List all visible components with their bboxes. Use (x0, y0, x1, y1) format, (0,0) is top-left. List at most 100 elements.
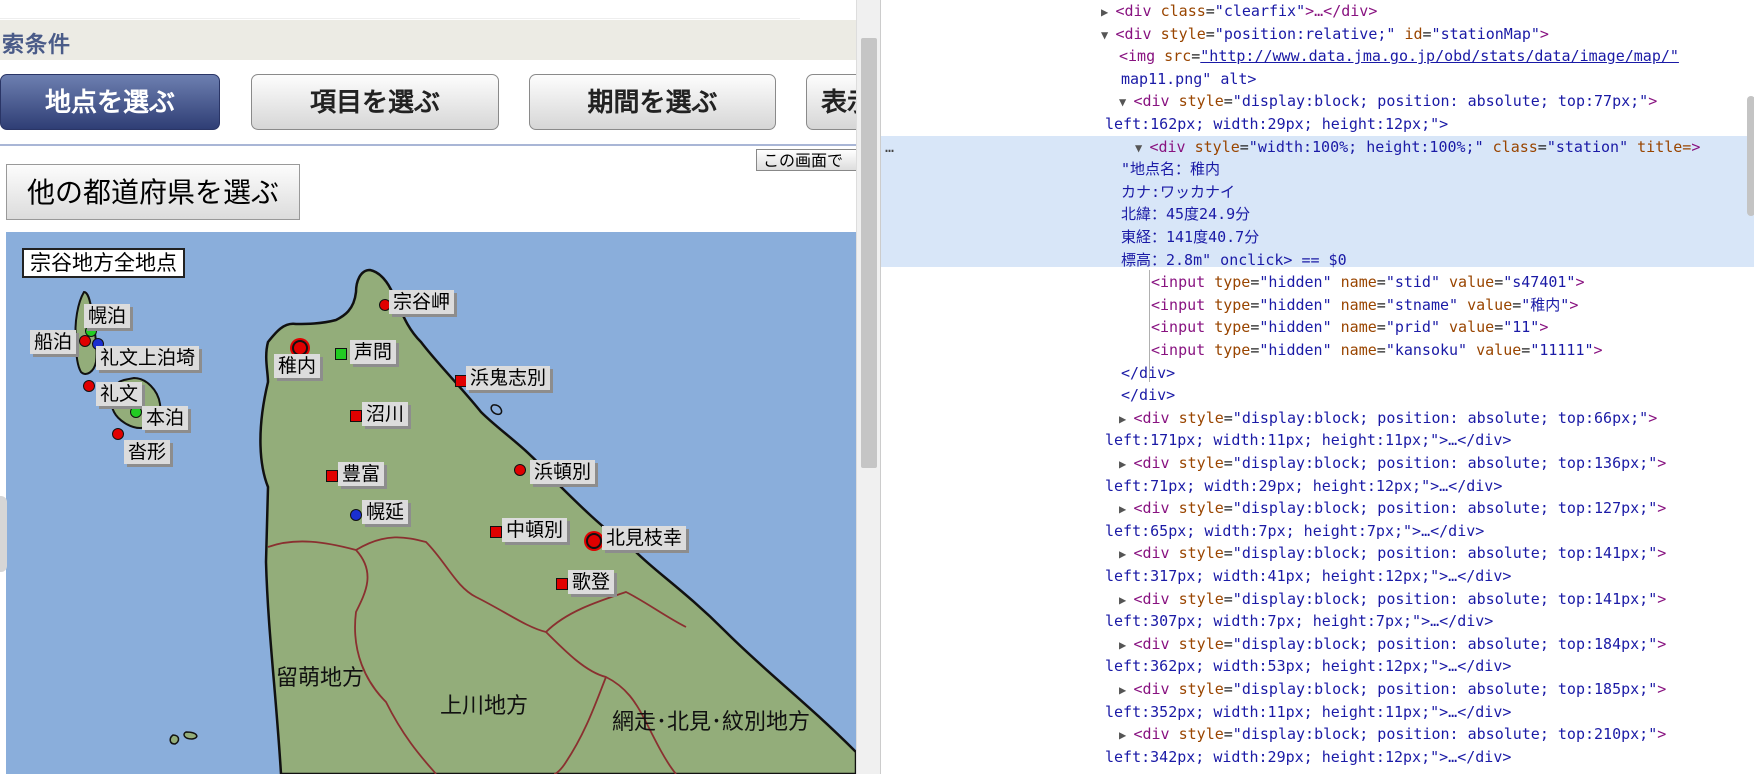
dom-line[interactable]: ▼ <div style="width:100%; height:100%;" … (1135, 136, 1700, 159)
station-label-funadomari[interactable]: 船泊 (30, 330, 77, 354)
help-button[interactable]: この画面で (756, 149, 856, 171)
station-label-utanobori[interactable]: 歌登 (568, 570, 615, 594)
dom-line[interactable]: </div> (1121, 384, 1175, 406)
dom-line[interactable]: "地点名：稚内 (1121, 158, 1220, 180)
station-label-wakkanai[interactable]: 稚内 (274, 354, 321, 378)
expand-arrow-closed-icon[interactable]: ▶ (1119, 412, 1133, 426)
dom-line[interactable]: ▶ <div style="display:block; position: a… (1119, 678, 1666, 701)
station-marker-kitamiesashi[interactable] (586, 533, 602, 549)
station-label-rebun[interactable]: 礼文 (96, 382, 143, 406)
dom-line[interactable]: <input type="hidden" name="stname" value… (1151, 294, 1578, 316)
devtools-scrollbar-thumb[interactable] (1747, 96, 1754, 216)
expand-arrow-closed-icon[interactable]: ▶ (1119, 502, 1133, 516)
node-ellipsis-button[interactable]: … (885, 136, 894, 158)
dom-line[interactable]: 標高：2.8m" onclick> == $0 (1121, 249, 1347, 271)
page-scrollbar-thumb[interactable] (861, 38, 877, 468)
station-label-horotomari[interactable]: 幌泊 (84, 304, 131, 328)
expand-arrow-closed-icon[interactable]: ▶ (1119, 728, 1133, 742)
dom-line[interactable]: ▶ <div class="clearfix">…</div> (1101, 0, 1377, 23)
station-label-nakatonbetsu[interactable]: 中頓別 (502, 518, 568, 542)
dom-line[interactable]: ▶ <div style="display:block; position: a… (1119, 633, 1666, 656)
dom-attr-value: "prid" (1385, 318, 1440, 337)
expand-arrow-open-icon[interactable]: ▼ (1119, 95, 1133, 109)
station-label-toyotomi[interactable]: 豊富 (338, 462, 385, 486)
dom-attr-eq: = (1537, 137, 1547, 156)
dom-line[interactable]: <img src="http://www.data.jma.go.jp/obd/… (1119, 45, 1679, 67)
expand-arrow-closed-icon[interactable]: ▶ (1119, 593, 1133, 607)
side-panel-handle[interactable] (0, 496, 7, 572)
dom-line[interactable]: 東経：141度40.7分 (1121, 226, 1259, 248)
dom-line[interactable]: <input type="hidden" name="stid" value="… (1151, 271, 1585, 293)
station-marker-rebun[interactable] (83, 380, 95, 392)
dom-line[interactable]: left:162px; width:29px; height:12px;"> (1105, 113, 1448, 135)
expand-arrow-closed-icon[interactable]: ▶ (1119, 547, 1133, 561)
dom-attr-value: "clearfix" (1214, 2, 1306, 20)
dom-line[interactable]: ▼ <div style="display:block; position: a… (1119, 90, 1657, 113)
dom-line[interactable]: 北緯：45度24.9分 (1121, 203, 1250, 225)
dom-line[interactable]: left:362px; width:53px; height:12px;">…<… (1105, 655, 1511, 677)
expand-arrow-open-icon[interactable]: ▼ (1135, 141, 1149, 155)
dom-attr-value[interactable]: "http://www.data.jma.go.jp/obd/stats/dat… (1200, 47, 1679, 65)
dom-line[interactable]: left:352px; width:11px; height:11px;">…<… (1105, 701, 1511, 723)
station-marker-funadomari[interactable] (79, 335, 91, 347)
dom-tag: <div (1115, 24, 1152, 43)
station-label-rebun-kamidomari[interactable]: 礼文上泊埼 (96, 346, 200, 370)
dom-line[interactable]: <input type="hidden" name="prid" value="… (1151, 316, 1548, 338)
station-label-numakawa[interactable]: 沼川 (362, 402, 409, 426)
tab-display[interactable]: 表示 (806, 74, 856, 130)
station-marker-utanobori[interactable] (556, 578, 568, 590)
dom-tag-close: > (1657, 589, 1667, 608)
station-marker-nakatonbetsu[interactable] (490, 526, 502, 538)
dom-line[interactable]: ▶ <div style="display:block; position: a… (1119, 452, 1666, 475)
station-marker-toyotomi[interactable] (326, 470, 338, 482)
dom-line[interactable]: <input type="hidden" name="kansoku" valu… (1151, 339, 1603, 361)
station-label-kitamiesashi[interactable]: 北見枝幸 (602, 526, 687, 550)
other-prefecture-button[interactable]: 他の都道府県を選ぶ (6, 164, 300, 220)
station-label-hamaonishibetsu[interactable]: 浜鬼志別 (466, 366, 551, 390)
expand-arrow-closed-icon[interactable]: ▶ (1119, 638, 1133, 652)
station-label-horonobe[interactable]: 幌延 (362, 500, 409, 524)
dom-line[interactable]: ▶ <div style="display:block; position: a… (1119, 588, 1666, 611)
dom-line[interactable]: カナ:ワッカナイ (1121, 181, 1235, 203)
station-label-motodomari[interactable]: 本泊 (142, 406, 189, 430)
dom-line[interactable]: left:71px; width:29px; height:12px;">…</… (1105, 475, 1502, 497)
tab-select-station[interactable]: 地点を選ぶ (0, 74, 220, 130)
dom-line[interactable]: </div> (1121, 362, 1175, 384)
dom-line[interactable]: ▶ <div style="display:block; position: a… (1119, 542, 1666, 565)
expand-arrow-closed-icon[interactable]: ▶ (1101, 5, 1115, 19)
dom-line[interactable]: ▼ <div style="position:relative;" id="st… (1101, 23, 1549, 46)
dom-line-text: left:171px; width:11px; height:11px;">…<… (1105, 431, 1512, 450)
expand-arrow-closed-icon[interactable]: ▶ (1119, 457, 1133, 471)
station-label-soyamisaki[interactable]: 宗谷岬 (389, 290, 455, 314)
dom-attr-value: "11" (1503, 318, 1540, 337)
station-marker-hamatonbetsu[interactable] (514, 464, 526, 476)
dom-line-text: 東経：141度40.7分 (1121, 228, 1260, 246)
dom-attr-eq: = (1512, 295, 1522, 314)
dom-line-text: left:317px; width:41px; height:12px;">…<… (1105, 567, 1512, 585)
dom-line[interactable]: left:307px; width:7px; height:7px;">…</d… (1105, 610, 1493, 632)
dom-line[interactable]: left:65px; width:7px; height:7px;">…</di… (1105, 520, 1484, 542)
station-marker-horonobe[interactable] (350, 509, 362, 521)
page-scrollbar[interactable] (856, 0, 881, 774)
tab-select-period[interactable]: 期間を選ぶ (529, 74, 776, 130)
tab-select-item[interactable]: 項目を選ぶ (251, 74, 499, 130)
dom-attr-value: "display:block; position: absolute; top:… (1232, 589, 1658, 608)
dom-line[interactable]: map11.png" alt> (1121, 68, 1256, 90)
dom-line[interactable]: left:317px; width:41px; height:12px;">…<… (1105, 565, 1511, 587)
dom-line[interactable]: ▶ <div style="display:block; position: a… (1119, 407, 1657, 430)
station-label-kutsugata[interactable]: 沓形 (124, 440, 171, 464)
dom-line[interactable]: left:171px; width:11px; height:11px;">…<… (1105, 429, 1511, 451)
dom-attr-eq: = (1223, 499, 1233, 518)
station-marker-motodomari[interactable] (130, 406, 142, 418)
station-marker-koetoi[interactable] (335, 348, 347, 360)
station-label-hamatonbetsu[interactable]: 浜頓別 (530, 460, 596, 484)
dom-line[interactable]: ▶ <div style="display:block; position: a… (1119, 497, 1666, 520)
expand-arrow-closed-icon[interactable]: ▶ (1119, 683, 1133, 697)
station-marker-numakawa[interactable] (350, 410, 362, 422)
dom-line[interactable]: left:342px; width:29px; height:12px;">…<… (1105, 746, 1511, 768)
expand-arrow-open-icon[interactable]: ▼ (1101, 28, 1115, 42)
station-marker-kutsugata[interactable] (112, 428, 124, 440)
station-label-koetoi[interactable]: 声問 (350, 340, 397, 364)
dom-line[interactable]: ▶ <div style="display:block; position: a… (1119, 723, 1666, 746)
dom-attr-value: "display:block; position: absolute; top:… (1232, 634, 1658, 653)
